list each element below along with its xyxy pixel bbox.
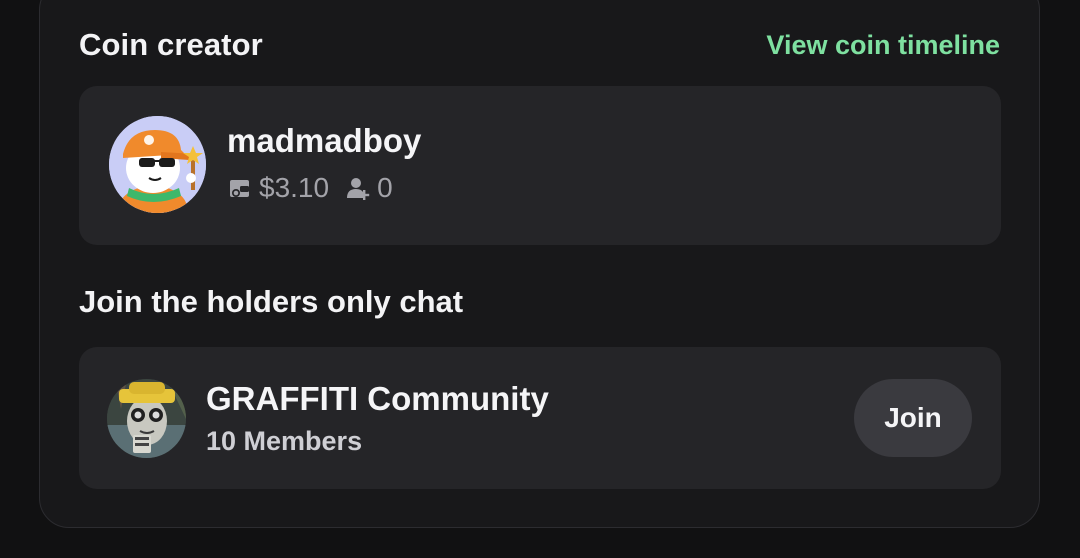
creator-followers-count: 0	[377, 172, 393, 203]
creator-stats: $3.10 0	[227, 172, 393, 204]
creator-section-header: Coin creator View coin timeline	[79, 24, 1000, 66]
community-members-count: 10 Members	[206, 426, 363, 456]
community-card[interactable]: GRAFFITI Community 10 Members Join	[79, 347, 1001, 489]
community-name: GRAFFITI Community	[206, 380, 549, 417]
wallet-icon	[227, 175, 253, 201]
holders-chat-title: Join the holders only chat	[79, 284, 464, 319]
community-avatar	[107, 379, 186, 458]
add-user-icon	[345, 175, 371, 201]
creator-card[interactable]: madmadboy $3.10 0	[79, 86, 1001, 245]
view-coin-timeline-link[interactable]: View coin timeline	[766, 30, 1000, 61]
creator-value: $3.10	[259, 172, 330, 203]
creator-avatar[interactable]	[109, 116, 206, 213]
creator-section-title: Coin creator	[79, 27, 263, 62]
creator-name[interactable]: madmadboy	[227, 122, 421, 160]
join-button[interactable]: Join	[854, 379, 972, 457]
